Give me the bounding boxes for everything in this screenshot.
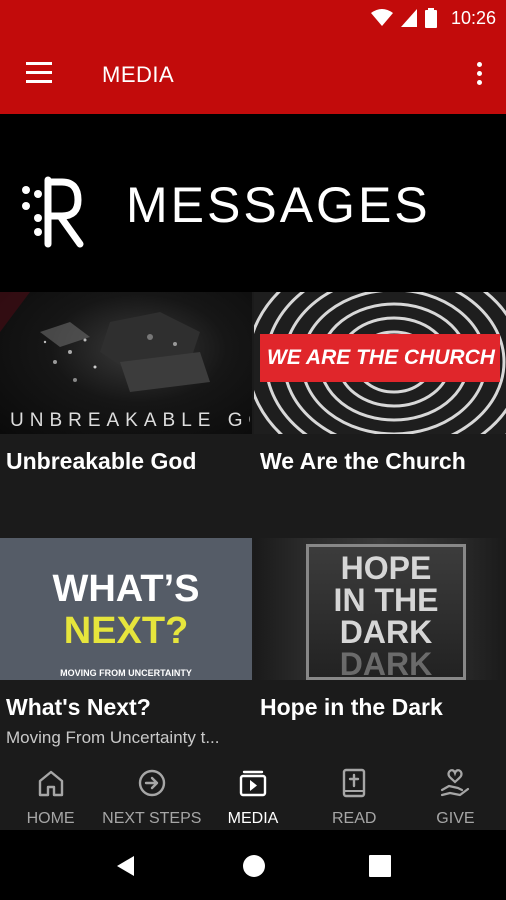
battery-icon [424, 8, 437, 28]
bible-icon [343, 768, 366, 798]
series-art-text: UNBREAKABLE GOD [10, 410, 250, 431]
series-art-text: WE ARE THE CHURCH [267, 346, 495, 369]
banner-title: MESSAGES [126, 177, 431, 233]
series-title: What's Next? [6, 694, 151, 720]
nav-label: NEXT STEPS [102, 810, 202, 827]
nav-label: HOME [26, 810, 75, 827]
series-thumbnail: WHAT’S NEXT? MOVING FROM UNCERTAINTY [0, 538, 252, 680]
status-bar: 10:26 [0, 0, 506, 36]
series-title: We Are the Church [260, 448, 466, 474]
nav-item-home[interactable]: HOME [0, 758, 101, 830]
series-art-caption: MOVING FROM UNCERTAINTY [60, 668, 192, 678]
series-subtitle: Moving From Uncertainty t... [6, 728, 220, 747]
series-art-line1: WHAT’S [52, 568, 200, 610]
series-title: Hope in the Dark [260, 694, 443, 720]
church-logo-icon [22, 176, 84, 248]
series-art-line: DARK [339, 646, 433, 680]
nav-item-give[interactable]: GIVE [405, 758, 506, 830]
recents-square-icon[interactable] [369, 855, 391, 877]
series-grid: UNBREAKABLE GOD Unbreakable God [0, 292, 506, 758]
nav-item-media[interactable]: MEDIA [202, 758, 303, 830]
nav-label: GIVE [436, 810, 475, 827]
series-card-we-are-the-church[interactable]: WE ARE THE CHURCH We Are the Church [254, 292, 506, 528]
bottom-nav: HOME NEXT STEPS MEDIA READ GIVE [0, 758, 506, 830]
nav-item-read[interactable]: READ [304, 758, 405, 830]
series-card-unbreakable-god[interactable]: UNBREAKABLE GOD Unbreakable God [0, 292, 252, 528]
series-card-hope-in-the-dark[interactable]: HOPE IN THE DARK DARK Hope in the Dark [254, 538, 506, 758]
media-play-icon [239, 770, 267, 797]
nav-label: MEDIA [227, 810, 279, 827]
series-card-whats-next[interactable]: WHAT’S NEXT? MOVING FROM UNCERTAINTY Wha… [0, 538, 252, 758]
series-thumbnail: HOPE IN THE DARK DARK [254, 538, 506, 680]
nav-item-next-steps[interactable]: NEXT STEPS [101, 758, 202, 830]
app-bar: MEDIA [0, 36, 506, 114]
home-icon [38, 770, 63, 797]
status-icons: 10:26 [370, 6, 496, 30]
hamburger-menu-icon[interactable] [26, 62, 54, 86]
series-thumbnail: UNBREAKABLE GOD [0, 292, 252, 434]
home-circle-icon[interactable] [242, 854, 266, 878]
nav-label: READ [331, 810, 377, 827]
back-triangle-icon[interactable] [114, 854, 138, 878]
system-nav-bar [0, 830, 506, 900]
cell-signal-icon [400, 9, 417, 27]
messages-banner: MESSAGES [0, 114, 506, 292]
series-title: Unbreakable God [6, 448, 197, 474]
series-art-line2: NEXT? [63, 610, 189, 652]
status-time: 10:26 [450, 7, 496, 28]
wifi-icon [370, 9, 393, 26]
arrow-circle-right-icon [138, 769, 165, 797]
series-thumbnail: WE ARE THE CHURCH [254, 292, 506, 434]
give-hand-heart-icon [441, 769, 470, 797]
page-title: MEDIA [102, 62, 175, 87]
more-vert-icon[interactable] [472, 60, 486, 90]
